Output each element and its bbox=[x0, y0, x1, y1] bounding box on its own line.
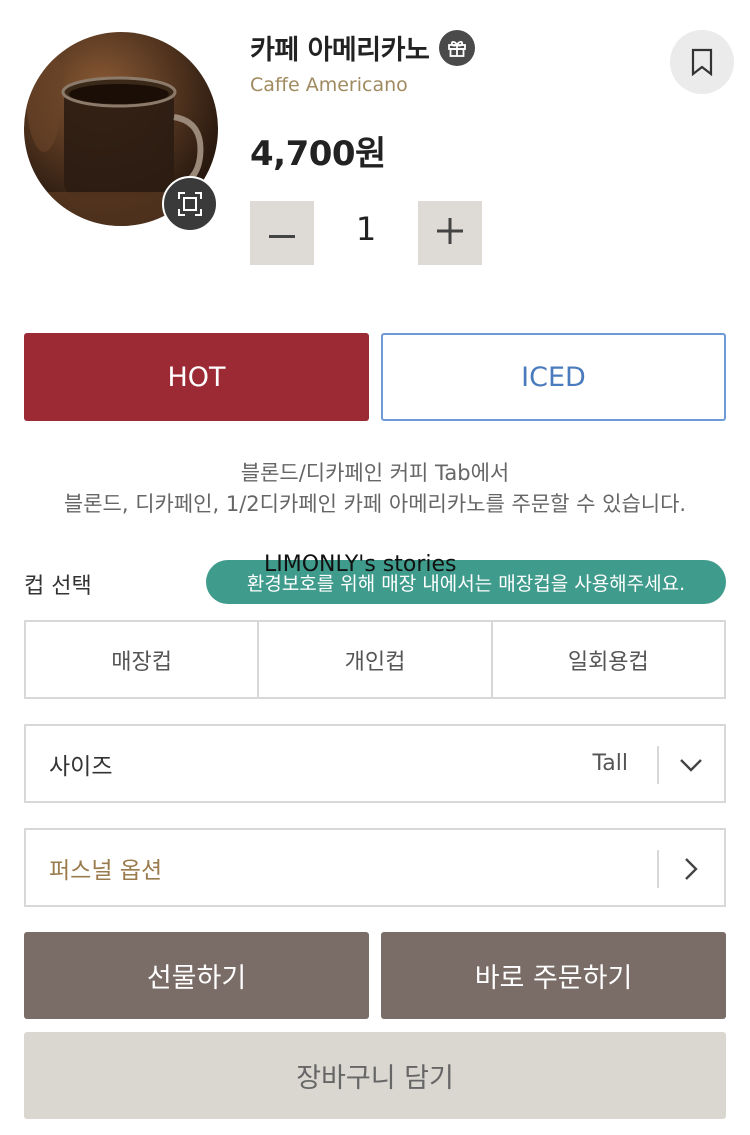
chevron-down-icon[interactable] bbox=[676, 750, 706, 780]
gift-icon[interactable] bbox=[439, 29, 476, 66]
notice-line-2: 블론드, 디카페인, 1/2디카페인 카페 아메리카노를 주문할 수 있습니다. bbox=[63, 492, 687, 516]
bookmark-icon[interactable] bbox=[670, 30, 734, 94]
order-now-button[interactable]: 바로 주문하기 bbox=[381, 932, 726, 1019]
product-name: 카페 아메리카노 bbox=[250, 35, 430, 66]
watermark: LIMONLY's stories bbox=[264, 552, 457, 577]
gift-button[interactable]: 선물하기 bbox=[24, 932, 369, 1019]
product-english-name: Caffe Americano bbox=[250, 74, 408, 96]
plus-icon bbox=[437, 218, 463, 248]
cup-selection-label: 컵 선택 bbox=[24, 574, 92, 599]
increase-quantity-button[interactable] bbox=[418, 201, 482, 265]
product-title-row: 카페 아메리카노 bbox=[250, 28, 476, 67]
size-label: 사이즈 bbox=[49, 753, 113, 780]
product-price: 4,700원 bbox=[250, 134, 386, 174]
personal-option-divider bbox=[657, 850, 659, 888]
personal-option-label: 퍼스널 옵션 bbox=[49, 857, 163, 884]
cup-option-store[interactable]: 매장컵 bbox=[26, 622, 257, 697]
cup-options: 매장컵 개인컵 일회용컵 bbox=[24, 620, 726, 699]
cup-option-personal[interactable]: 개인컵 bbox=[257, 622, 490, 697]
notice-line-1: 블론드/디카페인 커피 Tab에서 bbox=[240, 461, 510, 485]
size-select[interactable]: 사이즈 Tall bbox=[24, 724, 726, 803]
size-divider bbox=[657, 746, 659, 784]
iced-option-button[interactable]: ICED bbox=[381, 333, 726, 421]
hot-option-button[interactable]: HOT bbox=[24, 333, 369, 421]
cup-option-disposable[interactable]: 일회용컵 bbox=[490, 622, 724, 697]
decaf-notice: 블론드/디카페인 커피 Tab에서 블론드, 디카페인, 1/2디카페인 카페 … bbox=[0, 458, 750, 520]
quantity-value: 1 bbox=[355, 210, 377, 248]
size-value: Tall bbox=[592, 751, 628, 776]
chevron-right-icon[interactable] bbox=[676, 854, 706, 884]
zoom-icon[interactable] bbox=[162, 176, 218, 232]
decrease-quantity-button[interactable] bbox=[250, 201, 314, 265]
personal-option-row[interactable]: 퍼스널 옵션 bbox=[24, 828, 726, 907]
add-to-cart-button[interactable]: 장바구니 담기 bbox=[24, 1032, 726, 1119]
minus-icon bbox=[269, 224, 295, 243]
